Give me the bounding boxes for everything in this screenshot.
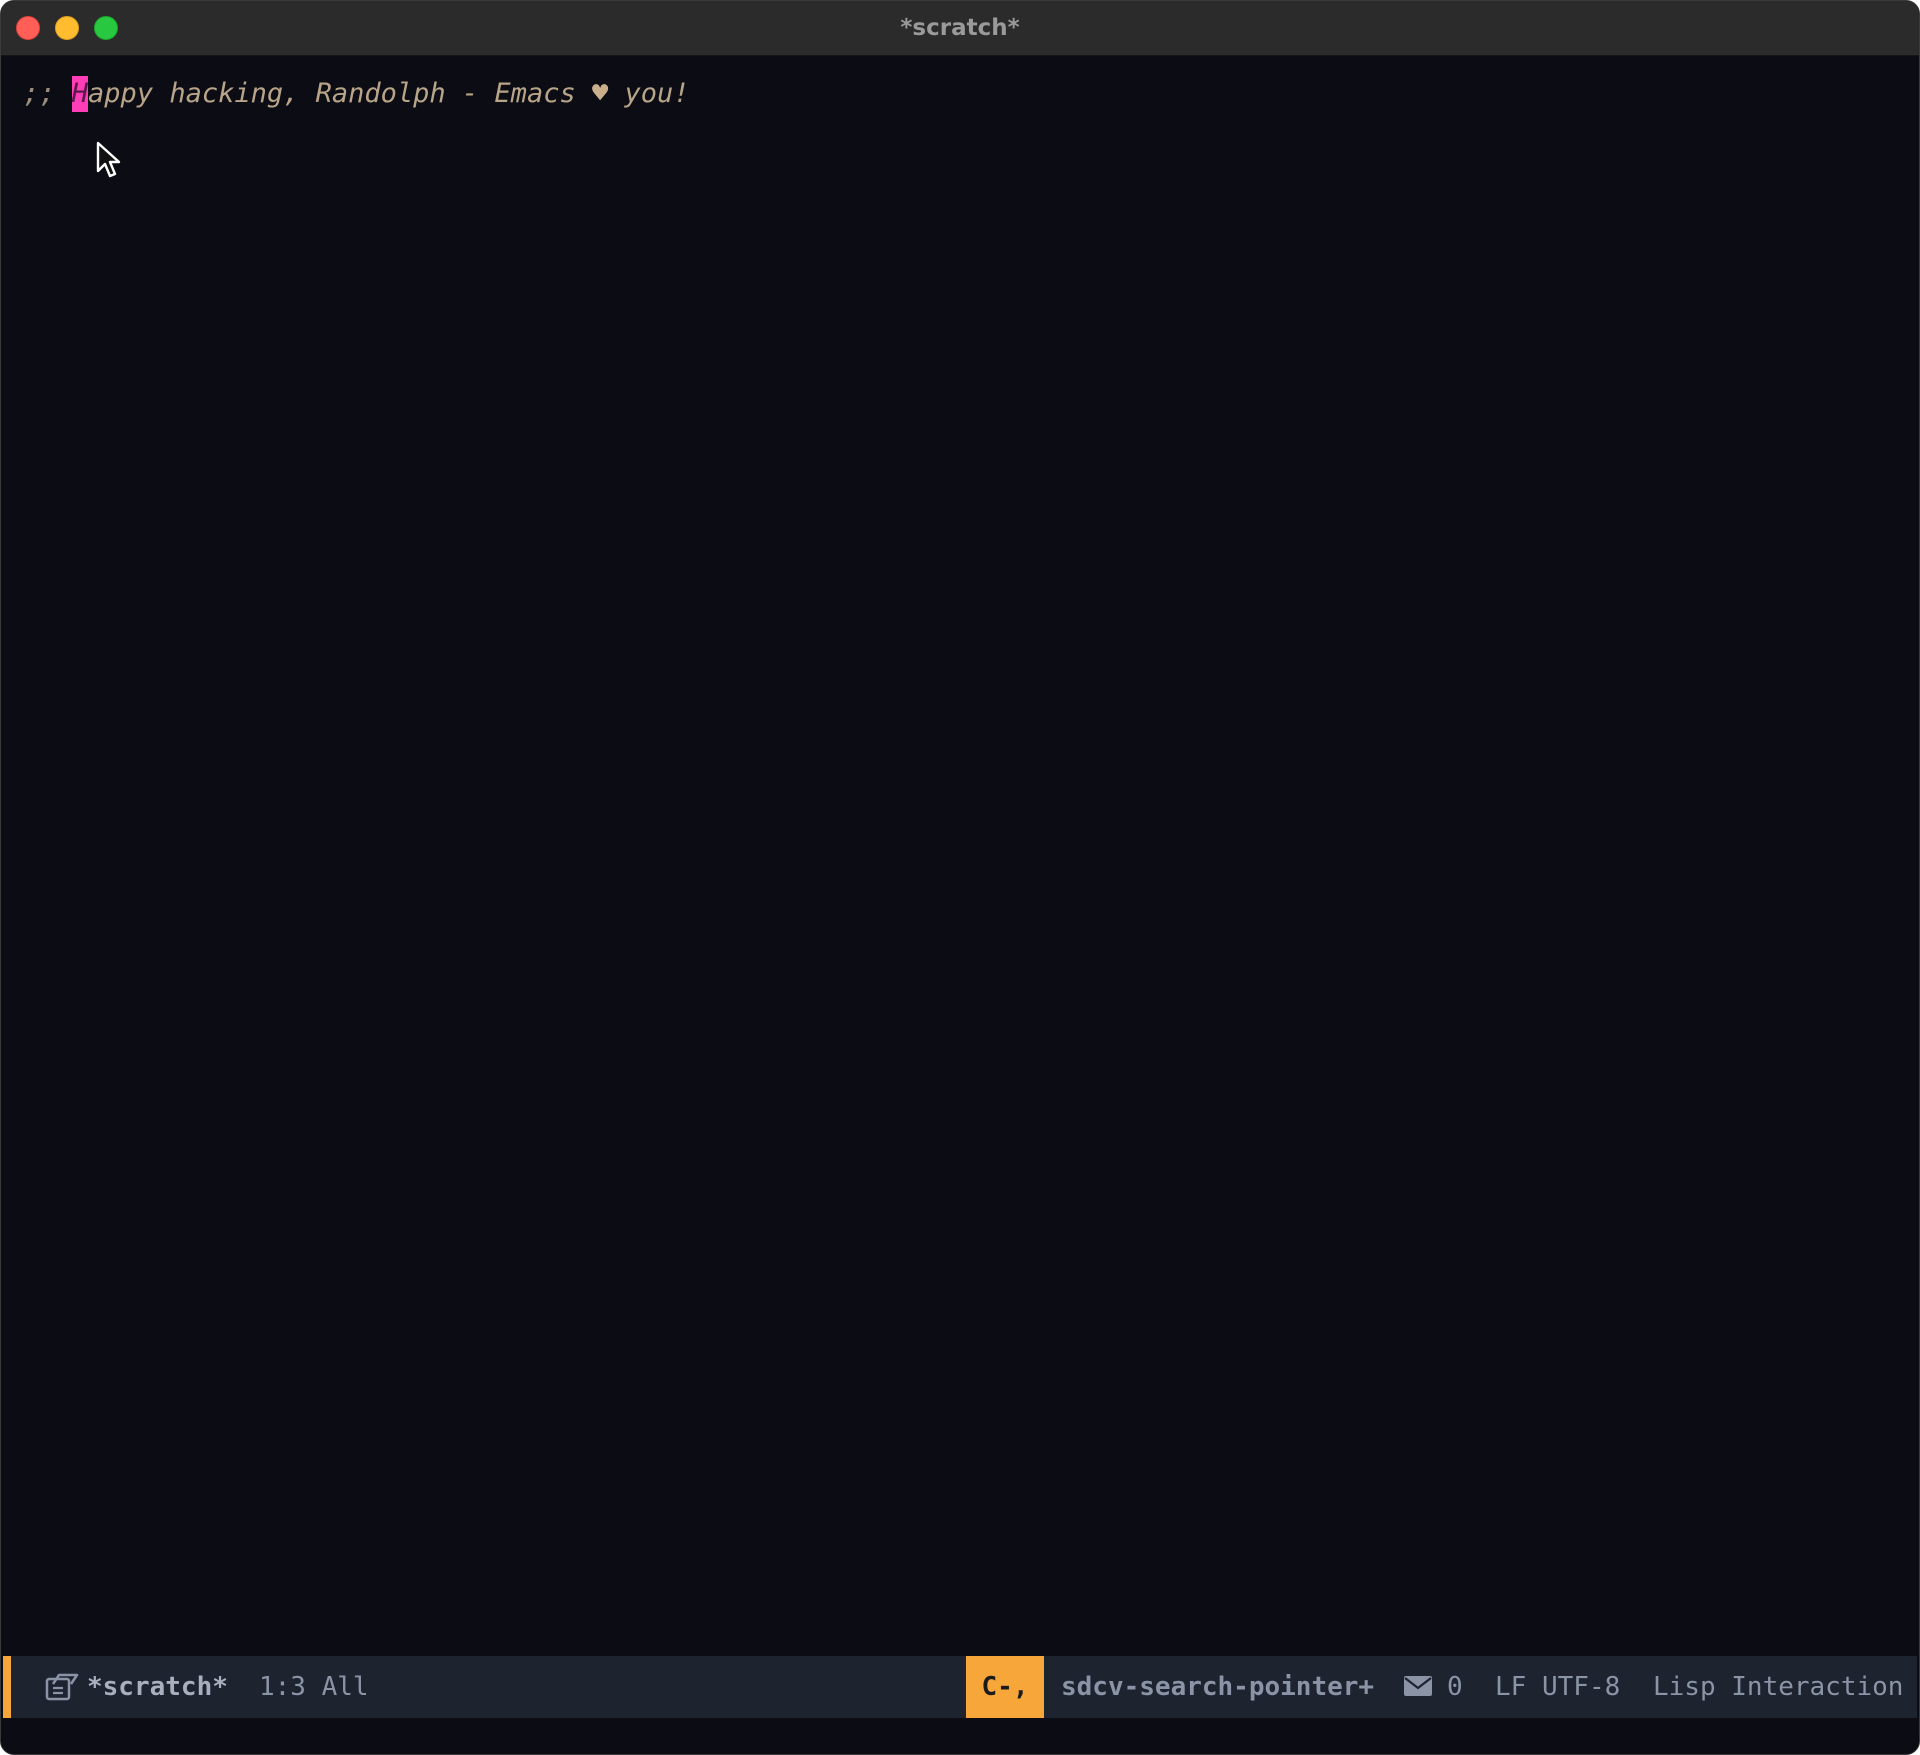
major-mode[interactable]: Lisp Interaction (1653, 1656, 1903, 1718)
text-cursor: H (71, 76, 89, 112)
comment-text-end: you! (608, 78, 690, 109)
encoding-indicator[interactable]: UTF-8 (1542, 1656, 1620, 1718)
emacs-window: *scratch* ;; Happy hacking, Randolph - E… (0, 0, 1920, 1755)
minibuffer[interactable] (1, 1719, 1919, 1754)
modeline-accent-bar (3, 1656, 11, 1718)
editor-buffer[interactable]: ;; Happy hacking, Randolph - Emacs ♥ you… (1, 56, 1919, 1655)
key-indicator: C-, (966, 1656, 1044, 1718)
eol-indicator[interactable]: LF (1495, 1656, 1526, 1718)
mail-count: 0 (1447, 1672, 1463, 1702)
file-icon (45, 1673, 79, 1701)
last-command: sdcv-search-pointer+ (1061, 1672, 1375, 1702)
cursor-position: 1:3 All (259, 1672, 369, 1702)
mail-icon[interactable] (1403, 1674, 1433, 1698)
code-line[interactable]: ;; Happy hacking, Randolph - Emacs ♥ you… (23, 76, 690, 112)
window-title: *scratch* (900, 15, 1020, 41)
heart-icon: ♥ (591, 78, 609, 109)
comment-delimiter: ;; (23, 78, 72, 109)
mode-line[interactable]: *scratch* 1:3 All C-, sdcv-search-pointe… (3, 1656, 1917, 1718)
buffer-name[interactable]: *scratch* (87, 1656, 228, 1718)
title-bar: *scratch* (1, 1, 1919, 56)
comment-text: appy hacking, Randolph - Emacs (88, 78, 592, 109)
mouse-pointer-icon (96, 141, 121, 178)
